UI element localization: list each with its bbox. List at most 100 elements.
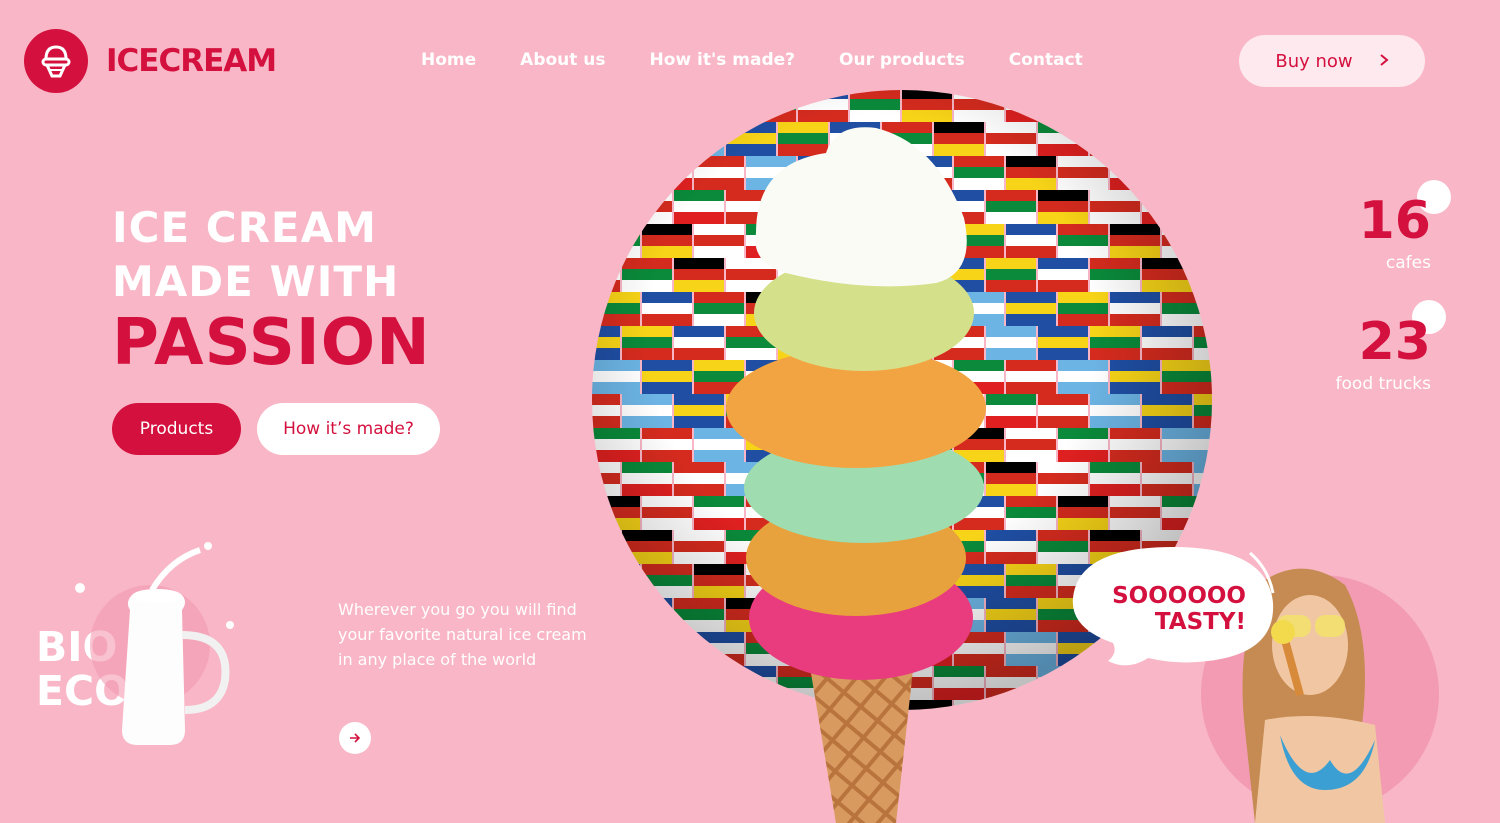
flag-stripe (592, 677, 620, 689)
flag-stripe (1214, 178, 1215, 190)
flag-stripe (1214, 450, 1215, 462)
chevron-right-icon (1379, 51, 1389, 72)
flag-stripe (1162, 167, 1212, 179)
flag-stripe (642, 90, 692, 100)
flag-stripe (622, 666, 672, 678)
nav-about-us[interactable]: About us (520, 50, 605, 70)
nav-home[interactable]: Home (421, 50, 476, 70)
speech-text: SOOOOOO TASTY! (1088, 583, 1246, 635)
flag-stripe (1194, 144, 1212, 156)
flag-stripe (642, 167, 692, 179)
flag-stripe (694, 90, 744, 100)
flag-stripe (1214, 246, 1215, 258)
flag-stripe (592, 643, 640, 655)
flag-stripe (694, 99, 744, 111)
flag-stripe (1006, 90, 1056, 100)
flag-stripe (1090, 144, 1140, 156)
speech-line-2: TASTY! (1154, 609, 1246, 635)
flag-stripe (1142, 688, 1192, 700)
flag-stripe (592, 258, 620, 270)
flag-stripe (1194, 133, 1212, 145)
nav-how-its-made[interactable]: How it's made? (650, 50, 795, 70)
hero-line-2: MADE WITH (112, 257, 400, 306)
flag-stripe (1214, 156, 1215, 168)
speech-line-1: SOOOOOO (1112, 583, 1246, 609)
flag-stripe (1162, 156, 1212, 168)
main-nav: Home About us How it's made? Our product… (421, 50, 1127, 70)
flag-stripe (1006, 99, 1056, 111)
flag-stripe (642, 711, 692, 713)
flag-stripe (592, 190, 620, 202)
flag-stripe (1142, 677, 1192, 689)
flag-stripe (1214, 224, 1215, 236)
flag-stripe (592, 575, 640, 587)
flag-stripe (592, 688, 620, 700)
flag-stripe (1058, 110, 1108, 122)
flag-stripe (592, 586, 640, 598)
flag-stripe (1194, 280, 1212, 292)
flag-stripe (592, 178, 640, 190)
hero-headline: ICE CREAM MADE WITH PASSION (112, 207, 431, 380)
flag-stripe (1214, 507, 1215, 519)
flag-stripe (1058, 711, 1108, 713)
flag-stripe (1110, 156, 1160, 168)
flag-stripe (1142, 133, 1192, 145)
products-button[interactable]: Products (112, 403, 241, 455)
flag-stripe (1058, 90, 1108, 100)
flag-stripe (1058, 99, 1108, 111)
flag-stripe (592, 144, 620, 156)
flag-stripe (1214, 303, 1215, 315)
flag-stripe (746, 99, 796, 111)
flag-stripe (1214, 360, 1215, 372)
flag-stripe (1194, 201, 1212, 213)
flag-stripe (592, 212, 620, 224)
flag-stripe (1214, 314, 1215, 326)
flag-stripe (1194, 258, 1212, 270)
hero-line-3: PASSION (112, 306, 431, 380)
flag-stripe (694, 110, 744, 122)
flag-stripe (622, 609, 672, 621)
flag-stripe (1214, 99, 1215, 111)
flag-stripe (1214, 292, 1215, 304)
flag-stripe (1162, 224, 1212, 236)
flag-stripe (622, 598, 672, 610)
flag-stripe (1162, 99, 1212, 111)
stat-food-trucks: 23 food trucks (1300, 300, 1446, 394)
flag-stripe (1142, 201, 1192, 213)
milk-jug-image (75, 542, 234, 745)
flag-stripe (1214, 110, 1215, 122)
flag-stripe (1090, 133, 1140, 145)
flag-stripe (592, 235, 640, 247)
stat-food-trucks-value: 23 (1358, 312, 1431, 372)
buy-now-button[interactable]: Buy now (1239, 35, 1425, 87)
flag-stripe (642, 156, 692, 168)
flag-stripe (622, 144, 672, 156)
flag-stripe (592, 609, 620, 621)
flag-stripe (592, 224, 640, 236)
flag-stripe (592, 99, 640, 111)
how-its-made-button[interactable]: How it’s made? (257, 403, 440, 455)
arrow-right-icon[interactable] (339, 722, 371, 754)
flag-stripe (592, 110, 640, 122)
brand-logo[interactable]: ICECREAM (24, 29, 277, 93)
ice-cream-cone-image (726, 127, 986, 823)
flag-stripe (592, 167, 640, 179)
flag-stripe (1214, 382, 1215, 394)
flag-stripe (592, 552, 620, 564)
promo-description: Wherever you go you will find your favor… (338, 600, 587, 669)
flag-stripe (1214, 439, 1215, 451)
stat-cafes: 16 cafes (1325, 180, 1451, 273)
flag-stripe (1090, 688, 1140, 700)
flag-stripe (1110, 110, 1160, 122)
nav-contact[interactable]: Contact (1009, 50, 1083, 70)
flag-stripe (622, 190, 672, 202)
nav-our-products[interactable]: Our products (839, 50, 965, 70)
flag-stripe (592, 90, 640, 100)
flag-stripe (592, 269, 620, 281)
flag-stripe (1142, 144, 1192, 156)
stat-cafes-value: 16 (1358, 191, 1431, 251)
flag-stripe (592, 156, 640, 168)
flag-stripe (1194, 212, 1212, 224)
flag-stripe (1006, 711, 1056, 713)
flag-stripe (622, 133, 672, 145)
